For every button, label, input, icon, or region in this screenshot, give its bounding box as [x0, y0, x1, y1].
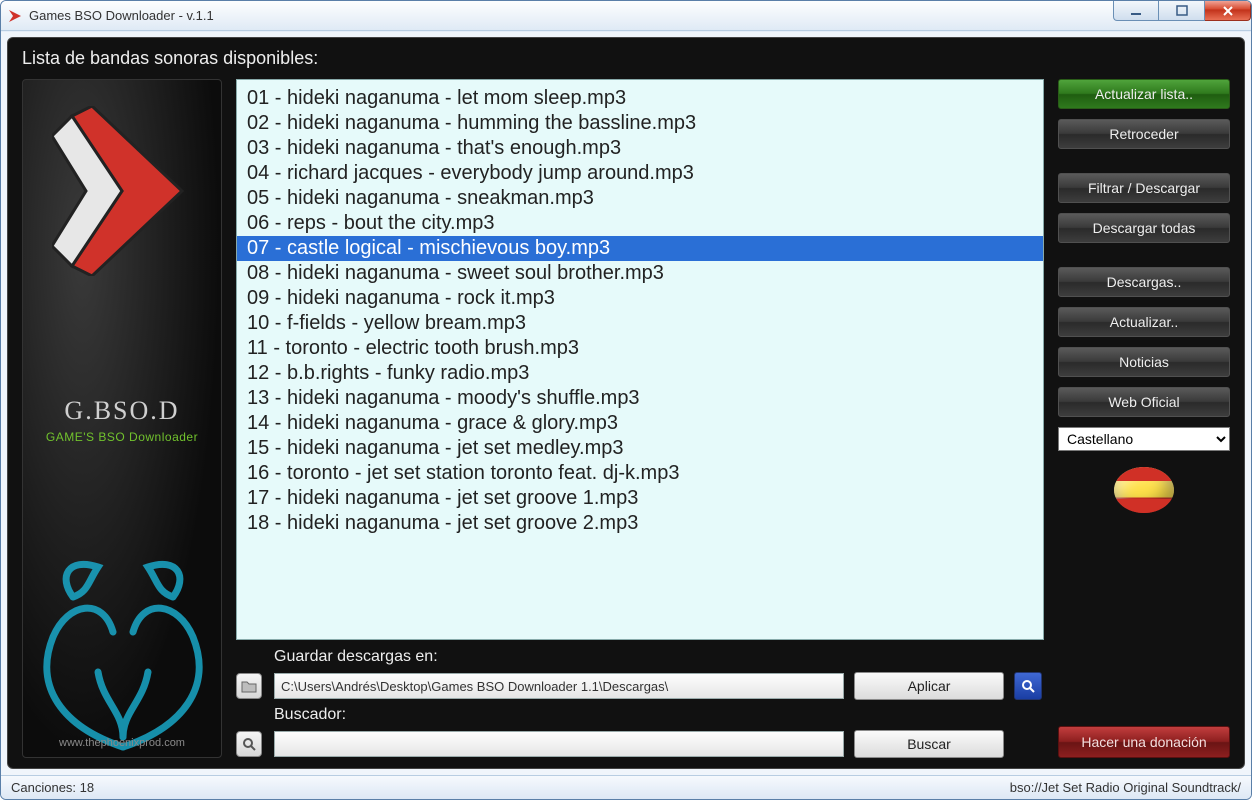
section-heading: Lista de bandas sonoras disponibles:: [8, 38, 1244, 79]
track-row[interactable]: 12 - b.b.rights - funky radio.mp3: [237, 361, 1043, 386]
brand-website: www.thephoenixprod.com: [23, 737, 221, 749]
donate-button[interactable]: Hacer una donación: [1058, 726, 1230, 758]
language-select[interactable]: Castellano: [1058, 427, 1230, 451]
apply-button[interactable]: Aplicar: [854, 672, 1004, 700]
branding-panel: G.BSO.D GAME'S BSO Downloader www.thepho…: [22, 79, 222, 758]
titlebar: Games BSO Downloader - v.1.1: [1, 1, 1251, 31]
back-button[interactable]: Retroceder: [1058, 119, 1230, 149]
track-row[interactable]: 08 - hideki naganuma - sweet soul brothe…: [237, 261, 1043, 286]
track-row[interactable]: 11 - toronto - electric tooth brush.mp3: [237, 336, 1043, 361]
track-row[interactable]: 13 - hideki naganuma - moody's shuffle.m…: [237, 386, 1043, 411]
track-row[interactable]: 14 - hideki naganuma - grace & glory.mp3: [237, 411, 1043, 436]
flag-spain-icon: [1114, 467, 1174, 513]
status-bar: Canciones: 18 bso://Jet Set Radio Origin…: [1, 775, 1251, 799]
track-row[interactable]: 01 - hideki naganuma - let mom sleep.mp3: [237, 86, 1043, 111]
window-title: Games BSO Downloader - v.1.1: [29, 8, 214, 23]
dragon-art-icon: [22, 537, 222, 757]
window-close-button[interactable]: [1205, 1, 1251, 21]
track-row[interactable]: 02 - hideki naganuma - humming the bassl…: [237, 111, 1043, 136]
window-minimize-button[interactable]: [1113, 1, 1159, 21]
browse-button[interactable]: [1014, 672, 1042, 700]
track-row[interactable]: 07 - castle logical - mischievous boy.mp…: [237, 236, 1043, 261]
track-row[interactable]: 04 - richard jacques - everybody jump ar…: [237, 161, 1043, 186]
update-button[interactable]: Actualizar..: [1058, 307, 1230, 337]
app-icon: [7, 8, 23, 24]
search-button[interactable]: Buscar: [854, 730, 1004, 758]
filter-download-button[interactable]: Filtrar / Descargar: [1058, 173, 1230, 203]
brand-name: G.BSO.D: [64, 396, 179, 426]
status-songs-count: Canciones: 18: [11, 780, 94, 795]
search-input[interactable]: [274, 731, 844, 757]
track-row[interactable]: 10 - f-fields - yellow bream.mp3: [237, 311, 1043, 336]
search-icon[interactable]: [236, 731, 262, 757]
website-button[interactable]: Web Oficial: [1058, 387, 1230, 417]
save-path-input[interactable]: [274, 673, 844, 699]
logo-arrow-icon: [52, 106, 192, 276]
window-maximize-button[interactable]: [1159, 1, 1205, 21]
download-all-button[interactable]: Descargar todas: [1058, 213, 1230, 243]
track-listbox[interactable]: 01 - hideki naganuma - let mom sleep.mp3…: [236, 79, 1044, 640]
track-row[interactable]: 15 - hideki naganuma - jet set medley.mp…: [237, 436, 1043, 461]
track-row[interactable]: 18 - hideki naganuma - jet set groove 2.…: [237, 511, 1043, 536]
folder-icon[interactable]: [236, 673, 262, 699]
track-row[interactable]: 03 - hideki naganuma - that's enough.mp3: [237, 136, 1043, 161]
track-row[interactable]: 05 - hideki naganuma - sneakman.mp3: [237, 186, 1043, 211]
status-source-path: bso://Jet Set Radio Original Soundtrack/: [1010, 780, 1241, 795]
downloads-button[interactable]: Descargas..: [1058, 267, 1230, 297]
track-row[interactable]: 16 - toronto - jet set station toronto f…: [237, 461, 1043, 486]
track-row[interactable]: 09 - hideki naganuma - rock it.mp3: [237, 286, 1043, 311]
save-path-label: Guardar descargas en:: [274, 648, 844, 666]
track-row[interactable]: 17 - hideki naganuma - jet set groove 1.…: [237, 486, 1043, 511]
track-row[interactable]: 06 - reps - bout the city.mp3: [237, 211, 1043, 236]
search-label: Buscador:: [274, 706, 844, 724]
brand-subtitle: GAME'S BSO Downloader: [46, 430, 198, 444]
news-button[interactable]: Noticias: [1058, 347, 1230, 377]
update-list-button[interactable]: Actualizar lista..: [1058, 79, 1230, 109]
